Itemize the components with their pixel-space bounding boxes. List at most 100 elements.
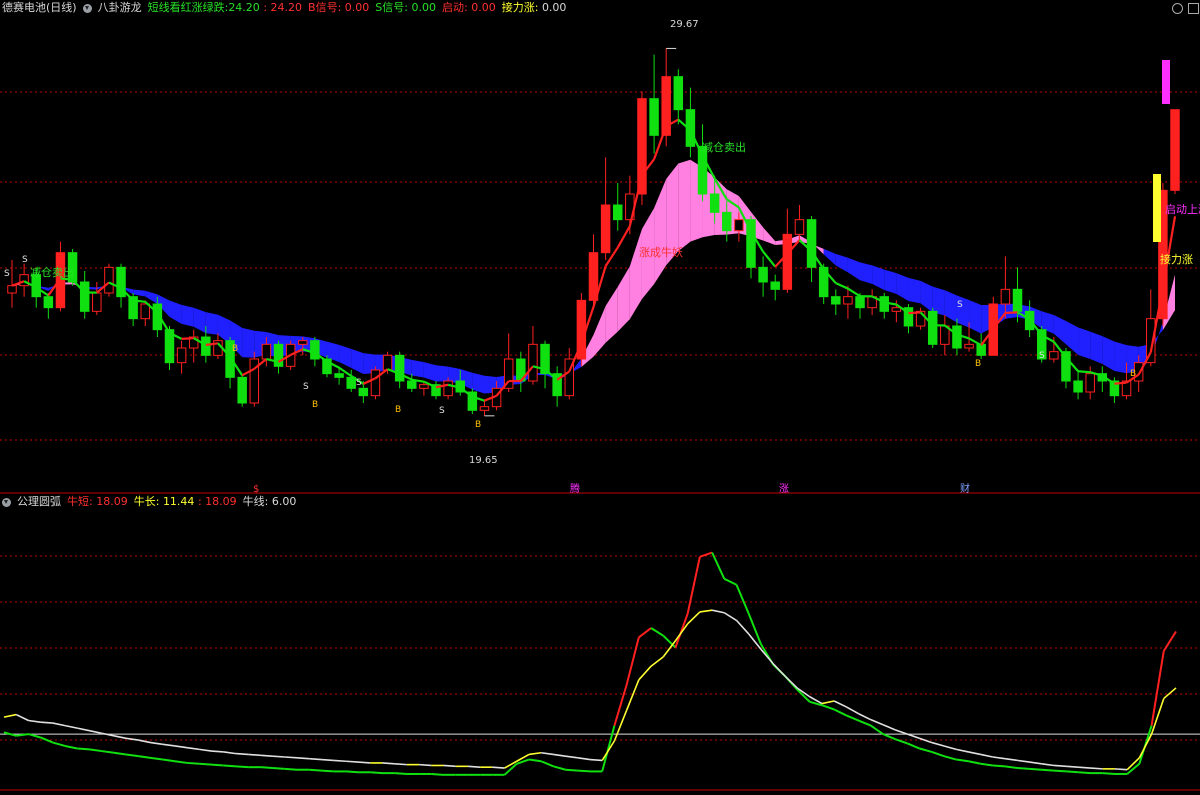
candle-body <box>612 204 623 221</box>
bull-long-line <box>394 762 407 766</box>
bull-short-line <box>162 758 176 763</box>
candle-body <box>334 373 344 378</box>
bull-short-line <box>199 762 212 766</box>
bull-long-line <box>248 753 261 757</box>
bull-long-line <box>674 623 689 642</box>
trend-line-segment <box>835 282 849 290</box>
bull-short-line <box>540 760 554 768</box>
ma-ribbon-segment <box>423 362 437 382</box>
candle-body <box>976 343 986 356</box>
bull-long-line <box>492 766 505 769</box>
candle-body <box>770 281 780 290</box>
ma-ribbon-segment <box>1102 336 1115 371</box>
bull-long-line <box>833 700 847 708</box>
ma-ribbon-segment <box>629 228 642 320</box>
candle-body <box>443 380 453 397</box>
bull-long-line <box>1017 759 1030 763</box>
bull-short-line <box>431 772 444 776</box>
bull-long-line <box>77 727 90 732</box>
ma-ribbon-segment <box>436 365 449 382</box>
bull-long-line <box>699 609 713 613</box>
bull-short-line <box>309 768 322 772</box>
candle-body <box>1085 373 1095 393</box>
bull-short-line <box>821 704 835 711</box>
bull-long-line <box>601 740 616 761</box>
bull-long-line <box>784 675 799 689</box>
ma-ribbon-segment <box>145 290 158 304</box>
ma-ribbon-segment <box>1090 331 1103 364</box>
sell-label-1: 减仓卖出 <box>30 265 74 279</box>
candle-body <box>964 343 974 349</box>
candle-body <box>298 340 308 345</box>
candle-body <box>479 406 490 411</box>
trend-line-segment <box>181 337 194 341</box>
trend-line-segment <box>847 287 861 298</box>
candle-body <box>370 369 381 397</box>
candle-body <box>407 380 417 389</box>
candle-body <box>806 219 817 268</box>
bull-long-line <box>1090 767 1103 770</box>
bull-long-line <box>223 751 237 755</box>
bull-long-line <box>772 663 786 677</box>
candle-body <box>358 387 369 397</box>
bull-long-line <box>52 722 66 727</box>
candle-body <box>855 296 865 309</box>
bull-short-line <box>931 750 945 758</box>
bull-short-line <box>1102 772 1116 775</box>
candle-body <box>709 193 720 213</box>
candle-body <box>19 274 29 287</box>
bull-short-line <box>528 758 542 763</box>
ma-ribbon-segment <box>1078 327 1091 360</box>
bull-long-line <box>1004 757 1018 762</box>
s-signal-mark: S <box>1039 351 1045 361</box>
candle-body <box>1170 109 1180 191</box>
bull-long-line <box>138 739 151 744</box>
bull-short-line <box>613 684 628 726</box>
bull-short-line <box>747 613 762 645</box>
b-signal-mark: B <box>312 400 318 410</box>
bull-short-line <box>845 714 859 722</box>
bull-long-line <box>870 718 884 726</box>
bull-long-line <box>64 724 78 729</box>
candle-body <box>176 347 187 364</box>
trend-line-segment <box>762 250 777 268</box>
bull-long-line <box>907 733 920 740</box>
price-chart[interactable]: 29.67 19.65 减仓卖出 减仓卖出 涨成牛妖 启动上涨 接力涨 $ 腾 … <box>0 0 1200 795</box>
s-signal-mark: S <box>957 300 963 310</box>
s-signal-mark: S <box>356 378 362 388</box>
bull-long-line <box>113 735 127 740</box>
bull-long-line <box>333 759 346 763</box>
ma-ribbon-segment <box>823 248 836 266</box>
trend-line-segment <box>616 225 631 249</box>
relay-bar <box>1153 174 1161 242</box>
bull-long-line <box>723 612 737 622</box>
bull-short-line <box>638 627 652 639</box>
ma-ribbon-segment <box>847 257 861 281</box>
bull-long-line <box>443 764 456 768</box>
ma-ribbon-segment <box>472 372 485 394</box>
bull-short-line <box>187 761 200 765</box>
candle-body <box>92 292 102 312</box>
ma-ribbon-segment <box>835 253 848 273</box>
bull-short-line <box>1017 767 1030 770</box>
bull-long-line <box>272 755 285 758</box>
ma-ribbon-segment <box>605 286 618 343</box>
bull-short-line <box>1078 771 1091 775</box>
bull-long-line <box>943 745 957 751</box>
bull-long-line <box>980 753 994 758</box>
ma-ribbon-segment <box>339 344 352 368</box>
bull-long-line <box>260 754 273 757</box>
bull-long-line <box>553 753 566 757</box>
b-signal-mark: B <box>475 420 481 430</box>
ma-ribbon-segment <box>763 227 776 245</box>
candle-body <box>1073 380 1083 393</box>
candle-body <box>649 98 659 136</box>
bull-label: 涨成牛妖 <box>639 245 683 259</box>
candle-body <box>891 307 902 312</box>
bull-long-line <box>662 640 677 658</box>
bull-short-line <box>345 770 359 774</box>
bull-short-line <box>870 724 884 735</box>
bull-long-line <box>625 679 640 711</box>
bull-short-line <box>138 755 151 759</box>
bull-short-line <box>674 613 689 648</box>
